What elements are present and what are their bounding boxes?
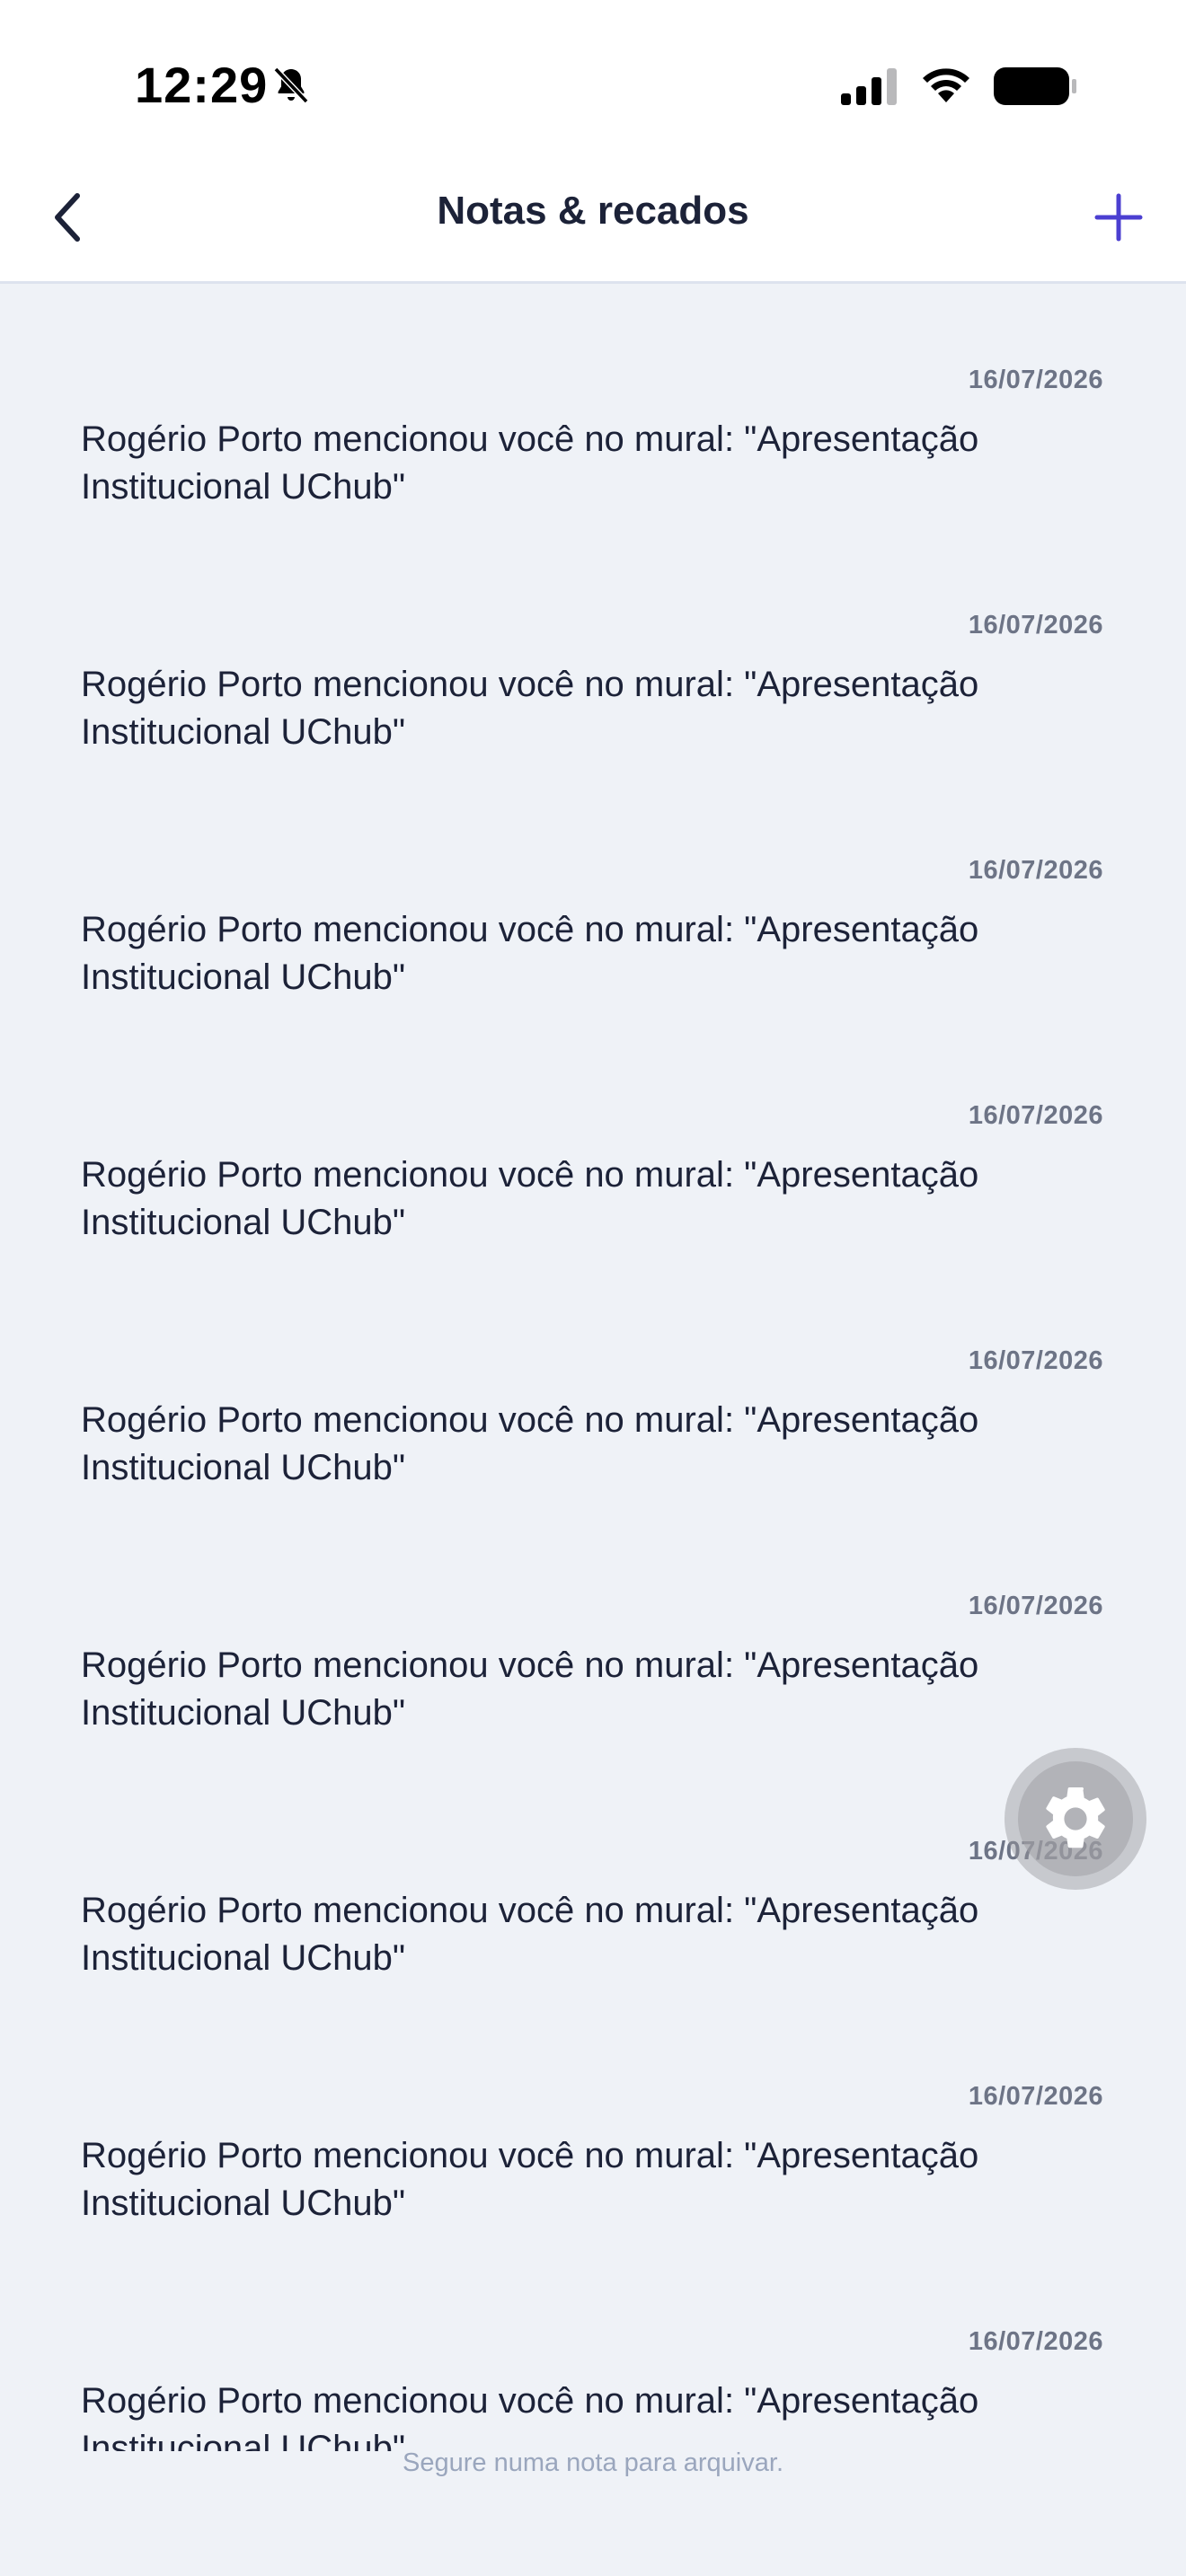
- bell-off-icon: [273, 66, 309, 104]
- note-date: 16/07/2026: [968, 1346, 1103, 1375]
- note-item[interactable]: 16/07/2026 Rogério Porto mencionou você …: [0, 2248, 1186, 2451]
- note-date: 16/07/2026: [968, 2082, 1103, 2111]
- gear-icon: [1046, 1786, 1105, 1848]
- note-item[interactable]: 16/07/2026 Rogério Porto mencionou você …: [0, 2003, 1186, 2248]
- note-date: 16/07/2026: [968, 366, 1103, 394]
- note-date: 16/07/2026: [968, 1592, 1103, 1620]
- cellular-signal-icon: [841, 68, 897, 105]
- add-note-button[interactable]: [1087, 181, 1150, 253]
- note-text: Rogério Porto mencionou você no mural: "…: [81, 910, 979, 997]
- note-date: 16/07/2026: [968, 856, 1103, 885]
- note-item[interactable]: 16/07/2026 Rogério Porto mencionou você …: [0, 287, 1186, 532]
- settings-floating-button-inner: [1018, 1761, 1133, 1876]
- note-item[interactable]: 16/07/2026 Rogério Porto mencionou você …: [0, 1022, 1186, 1267]
- note-item[interactable]: 16/07/2026 Rogério Porto mencionou você …: [0, 1267, 1186, 1513]
- plus-icon: [1094, 193, 1143, 242]
- note-text: Rogério Porto mencionou você no mural: "…: [81, 665, 979, 752]
- wifi-icon: [923, 68, 969, 102]
- settings-floating-button[interactable]: [1005, 1748, 1146, 1890]
- note-item[interactable]: 16/07/2026 Rogério Porto mencionou você …: [0, 777, 1186, 1022]
- navigation-bar: Notas & recados: [0, 158, 1186, 284]
- notes-list: 16/07/2026 Rogério Porto mencionou você …: [0, 287, 1186, 2451]
- note-text: Rogério Porto mencionou você no mural: "…: [81, 2136, 979, 2223]
- note-date: 16/07/2026: [968, 2327, 1103, 2356]
- note-date: 16/07/2026: [968, 611, 1103, 640]
- note-item[interactable]: 16/07/2026 Rogério Porto mencionou você …: [0, 532, 1186, 777]
- note-date: 16/07/2026: [968, 1101, 1103, 1130]
- notes-screen: 12:29 Notas & recados 16/07/2026 Rogério…: [0, 0, 1186, 2576]
- note-item[interactable]: 16/07/2026 Rogério Porto mencionou você …: [0, 1513, 1186, 1758]
- page-title: Notas & recados: [437, 189, 749, 233]
- note-text: Rogério Porto mencionou você no mural: "…: [81, 419, 979, 507]
- note-text: Rogério Porto mencionou você no mural: "…: [81, 1155, 979, 1242]
- note-text: Rogério Porto mencionou você no mural: "…: [81, 1400, 979, 1487]
- status-bar: 12:29: [0, 0, 1186, 158]
- note-text: Rogério Porto mencionou você no mural: "…: [81, 1891, 979, 1978]
- battery-icon: [994, 67, 1076, 105]
- status-time: 12:29: [135, 57, 269, 113]
- note-text: Rogério Porto mencionou você no mural: "…: [81, 1645, 979, 1733]
- archive-hint: Segure numa nota para arquivar.: [403, 2448, 783, 2477]
- note-text: Rogério Porto mencionou você no mural: "…: [81, 2381, 979, 2451]
